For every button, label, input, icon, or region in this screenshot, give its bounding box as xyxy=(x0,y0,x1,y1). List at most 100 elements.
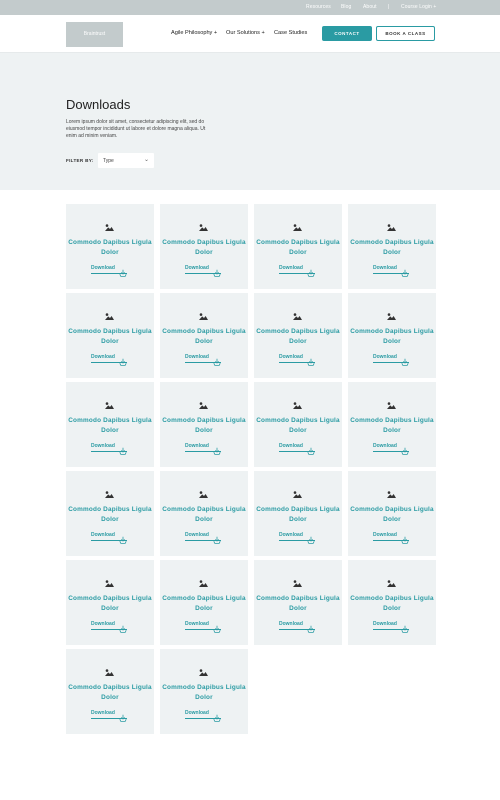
download-label: Download xyxy=(373,443,397,449)
download-card: Commodo Dapibus Ligula Dolor Download xyxy=(66,649,154,734)
card-title: Commodo Dapibus Ligula Dolor xyxy=(162,595,246,612)
download-link[interactable]: Download xyxy=(185,620,221,633)
card-title: Commodo Dapibus Ligula Dolor xyxy=(256,506,340,523)
download-link[interactable]: Download xyxy=(373,264,409,277)
site-header: Braintrust Agile Philosophy + Our Soluti… xyxy=(0,15,500,53)
download-label: Download xyxy=(185,621,209,627)
download-icon xyxy=(213,442,221,455)
download-card: Commodo Dapibus Ligula Dolor Download xyxy=(348,204,436,289)
download-label: Download xyxy=(279,354,303,360)
download-card: Commodo Dapibus Ligula Dolor Download xyxy=(66,293,154,378)
download-card: Commodo Dapibus Ligula Dolor Download xyxy=(254,560,342,645)
nav-agile-philosophy[interactable]: Agile Philosophy + xyxy=(171,30,217,36)
download-link[interactable]: Download xyxy=(185,531,221,544)
image-icon xyxy=(105,663,114,676)
card-title: Commodo Dapibus Ligula Dolor xyxy=(256,417,340,434)
download-card: Commodo Dapibus Ligula Dolor Download xyxy=(160,471,248,556)
download-icon xyxy=(401,353,409,366)
download-link[interactable]: Download xyxy=(373,353,409,366)
book-class-button[interactable]: BOOK A CLASS xyxy=(376,26,435,41)
download-link[interactable]: Download xyxy=(91,531,127,544)
download-link[interactable]: Download xyxy=(185,709,221,722)
contact-button[interactable]: CONTACT xyxy=(322,26,372,41)
download-card: Commodo Dapibus Ligula Dolor Download xyxy=(160,204,248,289)
card-title: Commodo Dapibus Ligula Dolor xyxy=(350,239,434,256)
image-icon xyxy=(293,485,302,498)
image-icon xyxy=(199,307,208,320)
download-label: Download xyxy=(185,710,209,716)
download-label: Download xyxy=(91,710,115,716)
download-link[interactable]: Download xyxy=(185,442,221,455)
download-label: Download xyxy=(279,443,303,449)
page-description: Lorem ipsum dolor sit amet, consectetur … xyxy=(66,119,206,139)
nav-our-solutions[interactable]: Our Solutions + xyxy=(226,30,265,36)
nav-case-studies[interactable]: Case Studies xyxy=(274,30,307,36)
download-card: Commodo Dapibus Ligula Dolor Download xyxy=(66,204,154,289)
download-label: Download xyxy=(185,265,209,271)
card-title: Commodo Dapibus Ligula Dolor xyxy=(162,328,246,345)
image-icon xyxy=(293,307,302,320)
card-title: Commodo Dapibus Ligula Dolor xyxy=(350,328,434,345)
image-icon xyxy=(199,218,208,231)
image-icon xyxy=(105,485,114,498)
filter-type-select[interactable]: Type ⌄ xyxy=(98,153,154,168)
download-link[interactable]: Download xyxy=(373,531,409,544)
image-icon xyxy=(105,574,114,587)
download-link[interactable]: Download xyxy=(373,620,409,633)
image-icon xyxy=(387,574,396,587)
download-link[interactable]: Download xyxy=(185,264,221,277)
card-title: Commodo Dapibus Ligula Dolor xyxy=(256,328,340,345)
card-title: Commodo Dapibus Ligula Dolor xyxy=(68,595,152,612)
download-icon xyxy=(119,709,127,722)
download-link[interactable]: Download xyxy=(279,531,315,544)
image-icon xyxy=(105,396,114,409)
download-label: Download xyxy=(91,443,115,449)
download-link[interactable]: Download xyxy=(91,442,127,455)
download-label: Download xyxy=(91,532,115,538)
image-icon xyxy=(105,218,114,231)
download-link[interactable]: Download xyxy=(373,442,409,455)
download-card: Commodo Dapibus Ligula Dolor Download xyxy=(66,382,154,467)
filter-type-value: Type xyxy=(103,158,114,164)
image-icon xyxy=(387,485,396,498)
download-link[interactable]: Download xyxy=(279,442,315,455)
download-card: Commodo Dapibus Ligula Dolor Download xyxy=(66,471,154,556)
download-icon xyxy=(213,353,221,366)
download-label: Download xyxy=(279,532,303,538)
download-link[interactable]: Download xyxy=(91,709,127,722)
utility-bar: Resources Blog About | Course Login + xyxy=(0,0,500,15)
download-link[interactable]: Download xyxy=(91,620,127,633)
utility-link-blog[interactable]: Blog xyxy=(341,4,351,10)
download-link[interactable]: Download xyxy=(91,353,127,366)
card-title: Commodo Dapibus Ligula Dolor xyxy=(162,684,246,701)
download-icon xyxy=(401,620,409,633)
download-card: Commodo Dapibus Ligula Dolor Download xyxy=(348,382,436,467)
download-card: Commodo Dapibus Ligula Dolor Download xyxy=(254,471,342,556)
download-icon xyxy=(213,531,221,544)
download-icon xyxy=(213,620,221,633)
utility-link-about[interactable]: About xyxy=(363,4,377,10)
download-link[interactable]: Download xyxy=(185,353,221,366)
download-icon xyxy=(307,620,315,633)
download-link[interactable]: Download xyxy=(91,264,127,277)
download-icon xyxy=(119,620,127,633)
download-icon xyxy=(119,442,127,455)
download-card: Commodo Dapibus Ligula Dolor Download xyxy=(348,471,436,556)
chevron-down-icon: ⌄ xyxy=(143,157,149,163)
download-link[interactable]: Download xyxy=(279,620,315,633)
course-login-link[interactable]: Course Login + xyxy=(401,4,436,10)
utility-link-resources[interactable]: Resources xyxy=(306,4,331,10)
download-icon xyxy=(401,264,409,277)
card-title: Commodo Dapibus Ligula Dolor xyxy=(256,239,340,256)
download-label: Download xyxy=(185,532,209,538)
download-link[interactable]: Download xyxy=(279,264,315,277)
download-label: Download xyxy=(373,621,397,627)
download-label: Download xyxy=(373,265,397,271)
download-label: Download xyxy=(91,354,115,360)
download-label: Download xyxy=(185,354,209,360)
logo[interactable]: Braintrust xyxy=(66,22,123,47)
image-icon xyxy=(293,218,302,231)
card-title: Commodo Dapibus Ligula Dolor xyxy=(68,417,152,434)
download-card: Commodo Dapibus Ligula Dolor Download xyxy=(160,382,248,467)
download-link[interactable]: Download xyxy=(279,353,315,366)
